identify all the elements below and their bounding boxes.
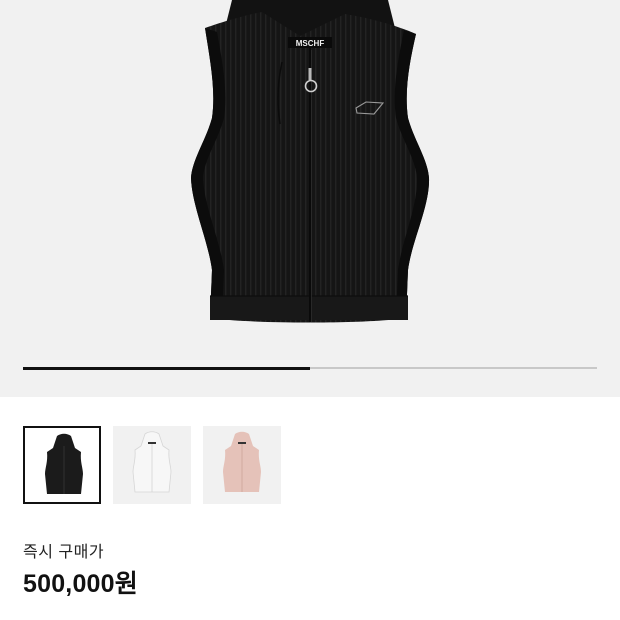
thumbnail-black[interactable]	[23, 426, 101, 504]
thumbnail-black-image	[25, 428, 99, 502]
product-image: MSCHF	[191, 0, 430, 323]
price-value: 500,000원	[23, 570, 138, 598]
gallery-progress-bar	[23, 366, 597, 370]
product-image-area[interactable]: MSCHF	[0, 0, 620, 397]
thumbnail-pink-image	[203, 426, 281, 504]
brand-label: MSCHF	[296, 39, 325, 48]
thumbnail-pink[interactable]	[203, 426, 281, 504]
thumbnail-white-image	[113, 426, 191, 504]
thumbnail-white[interactable]	[113, 426, 191, 504]
buy-now-price-label: 즉시 구매가	[23, 544, 105, 561]
gallery-progress-fill	[23, 366, 310, 370]
